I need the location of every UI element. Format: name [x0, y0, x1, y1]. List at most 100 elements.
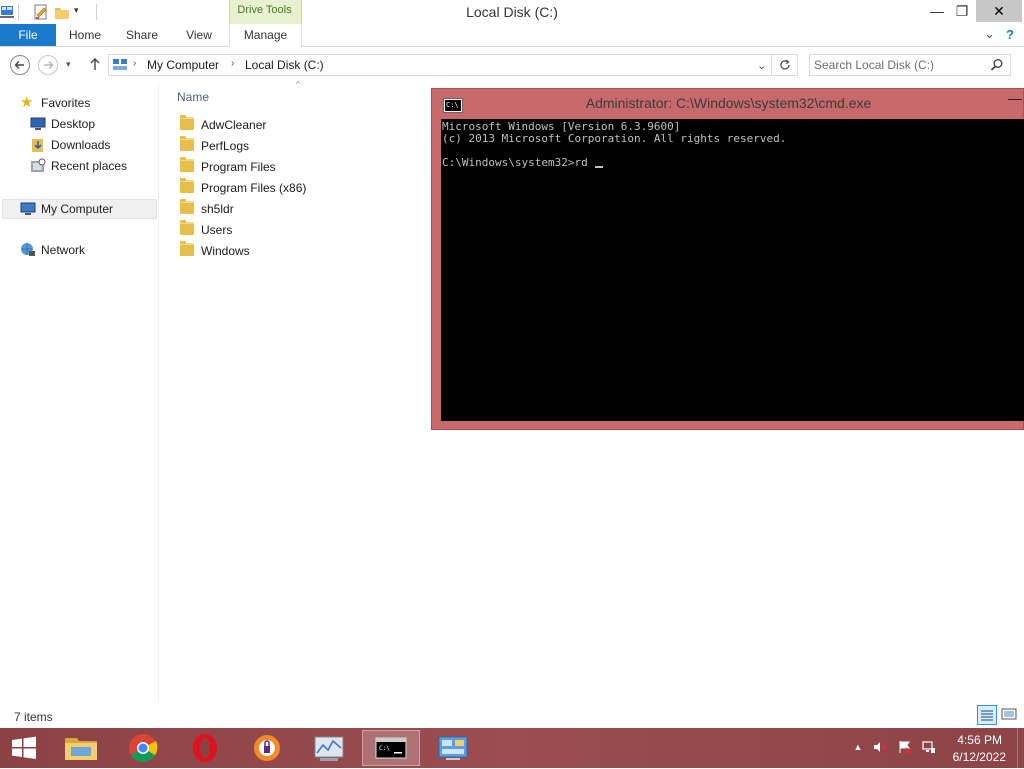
show-hidden-icons-icon[interactable]: ▲: [851, 740, 865, 754]
clock-time[interactable]: 4:56 PM: [940, 733, 1002, 747]
list-item[interactable]: Windows: [180, 241, 380, 262]
forward-arrow-icon: [44, 61, 54, 69]
windows-logo-icon: [12, 736, 36, 759]
console-line: C:\Windows\system32>rd: [442, 156, 595, 169]
nav-downloads-label: Downloads: [51, 138, 111, 152]
list-item[interactable]: Program Files: [180, 157, 380, 178]
folder-icon: [180, 115, 194, 130]
folder-icon: [180, 136, 194, 151]
nav-favorites[interactable]: ★ Favorites: [20, 93, 150, 113]
tab-view[interactable]: View: [176, 24, 222, 46]
taskbar-file-explorer[interactable]: [52, 730, 110, 766]
details-view-button[interactable]: [977, 705, 997, 725]
cmd-console[interactable]: Microsoft Windows [Version 6.3.9600] (c) …: [441, 119, 1024, 421]
address-dropdown-icon[interactable]: ⌄: [757, 59, 769, 72]
taskbar-performance-monitor[interactable]: [300, 730, 358, 766]
taskbar-control-panel[interactable]: [424, 730, 482, 766]
folder-icon: [180, 178, 194, 193]
text-cursor: [595, 166, 604, 168]
folder-icon: [180, 241, 194, 256]
search-input[interactable]: [814, 57, 984, 73]
tab-file[interactable]: File: [0, 24, 56, 46]
nav-network-label: Network: [41, 243, 86, 257]
system-menu-icon[interactable]: [0, 3, 14, 19]
control-panel-icon: [438, 736, 468, 760]
close-button[interactable]: ✕: [976, 0, 1022, 22]
search-box[interactable]: [809, 54, 1011, 76]
list-item[interactable]: sh5ldr: [180, 199, 380, 220]
list-item[interactable]: Program Files (x86): [180, 178, 380, 199]
nav-desktop[interactable]: Desktop: [30, 114, 150, 134]
taskbar-chrome[interactable]: [114, 730, 172, 766]
tab-share[interactable]: Share: [118, 24, 166, 46]
breadcrumb-separator[interactable]: ›: [231, 58, 234, 69]
network-status-icon[interactable]: [922, 740, 936, 754]
sort-ascending-icon: ^: [296, 80, 300, 89]
folder-name: Program Files (x86): [201, 181, 307, 195]
refresh-icon: [779, 59, 790, 70]
folder-icon: [180, 199, 194, 214]
computer-icon: [112, 58, 128, 72]
large-icons-view-button[interactable]: [1000, 705, 1020, 725]
forward-button[interactable]: [38, 55, 58, 75]
nav-recent-places[interactable]: Recent places: [30, 156, 155, 176]
properties-icon[interactable]: [33, 3, 49, 21]
customize-qat-icon[interactable]: ▾: [74, 5, 86, 23]
navigation-pane: [0, 84, 159, 702]
file-explorer-icon: [65, 738, 97, 760]
nav-network[interactable]: Network: [20, 240, 150, 260]
network-icon: [21, 243, 35, 256]
cmd-title: Administrator: C:\Windows\system32\cmd.e…: [585, 95, 872, 111]
list-item[interactable]: PerfLogs: [180, 136, 380, 157]
up-button[interactable]: [88, 56, 102, 72]
star-icon: ★: [20, 94, 34, 111]
start-button[interactable]: [4, 730, 44, 766]
show-desktop-button[interactable]: [1017, 728, 1024, 768]
tab-home[interactable]: Home: [62, 24, 108, 46]
nav-recent-places-label: Recent places: [51, 159, 128, 173]
folder-name: PerfLogs: [201, 139, 250, 153]
desktop-icon: [30, 117, 46, 130]
up-arrow-icon: [90, 58, 100, 70]
breadcrumb-local-disk[interactable]: Local Disk (C:): [245, 58, 324, 72]
downloads-icon: [32, 139, 43, 152]
svg-text:C:\: C:\: [379, 745, 390, 752]
help-icon[interactable]: ?: [1006, 27, 1020, 43]
folder-name: Program Files: [201, 160, 276, 174]
refresh-button[interactable]: [772, 54, 798, 76]
address-bar[interactable]: › My Computer › Local Disk (C:) ⌄: [108, 54, 772, 76]
qat-divider: [18, 4, 19, 20]
clock-date[interactable]: 6/12/2022: [940, 750, 1006, 764]
search-icon[interactable]: [990, 58, 1004, 72]
folder-icon: [180, 220, 194, 235]
qat-divider: [96, 4, 97, 20]
details-view-icon: [981, 710, 993, 721]
action-center-flag-icon[interactable]: [898, 740, 912, 754]
back-button[interactable]: [10, 55, 30, 75]
taskbar-opera[interactable]: [176, 730, 234, 766]
nav-downloads[interactable]: Downloads: [30, 135, 150, 155]
nav-my-computer[interactable]: My Computer: [2, 199, 157, 219]
chrome-icon: [129, 734, 158, 762]
list-item[interactable]: Users: [180, 220, 380, 241]
window-title: Local Disk (C:): [466, 4, 558, 20]
list-item[interactable]: AdwCleaner: [180, 115, 380, 136]
tab-manage[interactable]: Manage: [229, 24, 302, 47]
expand-ribbon-icon[interactable]: ⌄: [984, 26, 996, 42]
cmd-window[interactable]: C:\ Administrator: C:\Windows\system32\c…: [431, 88, 1024, 430]
folder-name: AdwCleaner: [201, 118, 267, 132]
column-header-name[interactable]: Name: [177, 90, 209, 104]
taskbar-command-prompt[interactable]: C:\: [362, 730, 420, 766]
taskbar-avast-browser[interactable]: [238, 730, 296, 766]
nav-desktop-label: Desktop: [51, 117, 96, 131]
opera-icon: [193, 734, 217, 762]
restore-button[interactable]: ❐: [947, 0, 977, 22]
breadcrumb-separator[interactable]: ›: [133, 58, 136, 69]
volume-muted-icon[interactable]: [873, 740, 887, 754]
item-count: 7 items: [14, 710, 53, 724]
new-folder-icon[interactable]: [54, 3, 70, 21]
nav-my-computer-label: My Computer: [41, 202, 114, 216]
cmd-minimize-button[interactable]: —: [1006, 89, 1024, 109]
breadcrumb-my-computer[interactable]: My Computer: [147, 58, 219, 72]
recent-locations-icon[interactable]: ▾: [66, 59, 76, 69]
